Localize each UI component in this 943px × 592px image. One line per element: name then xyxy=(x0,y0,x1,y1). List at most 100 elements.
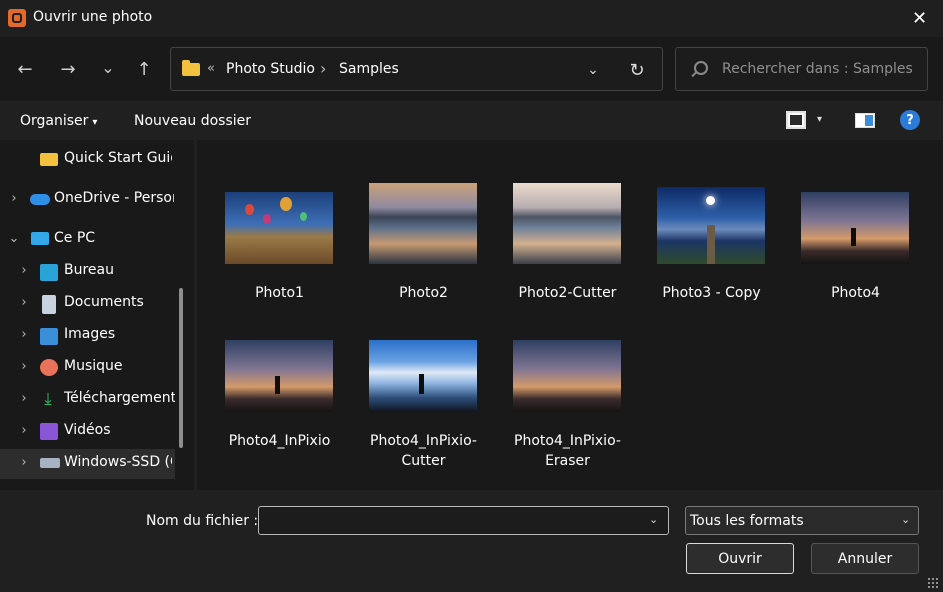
photo-studio-icon xyxy=(8,9,26,27)
address-bar[interactable]: « Photo Studio › Samples ⌄ ↻ xyxy=(170,47,663,91)
filename-combobox[interactable]: ⌄ xyxy=(258,506,669,535)
file-type-select[interactable]: Tous les formats ⌄ xyxy=(685,506,919,535)
folder-icon xyxy=(182,60,200,76)
sidebar-item-images[interactable]: › Images xyxy=(0,321,175,351)
navigation-bar: ← → ⌄ ↑ « Photo Studio › Samples ⌄ ↻ xyxy=(0,37,943,101)
up-button[interactable]: ↑ xyxy=(130,56,158,82)
new-folder-label: Nouveau dossier xyxy=(134,113,252,129)
caret-down-icon: ▾ xyxy=(92,117,98,128)
sidebar-item-label: Bureau xyxy=(64,262,114,278)
sidebar-item-label: Images xyxy=(64,326,116,342)
organize-button[interactable]: Organiser ▾ xyxy=(20,113,97,129)
help-icon[interactable]: ? xyxy=(900,110,920,130)
breadcrumb-overflow[interactable]: « xyxy=(207,61,215,76)
sidebar-item-windows-ssd[interactable]: › Windows-SSD (C:) xyxy=(0,449,175,479)
file-name: Photo2-Cutter xyxy=(518,285,617,301)
sidebar-item-documents[interactable]: › Documents xyxy=(0,289,175,319)
window-title: Ouvrir une photo xyxy=(33,9,153,25)
recent-locations-button[interactable]: ⌄ xyxy=(94,54,122,80)
chevron-down-icon[interactable]: ⌄ xyxy=(7,231,21,246)
file-grid: Photo1 Photo2 Photo2-Cutter Photo3 - Cop… xyxy=(197,140,943,490)
breadcrumb-samples[interactable]: Samples xyxy=(339,61,399,77)
sidebar-item-onedrive[interactable]: › OneDrive - Personal xyxy=(0,185,175,215)
view-mode-icon[interactable] xyxy=(786,111,806,129)
preview-pane-icon[interactable] xyxy=(855,113,875,128)
search-icon xyxy=(694,61,708,75)
close-button[interactable]: ✕ xyxy=(896,0,943,37)
video-icon xyxy=(40,423,58,440)
breadcrumb-photo-studio[interactable]: Photo Studio xyxy=(226,61,315,77)
chevron-right-icon[interactable]: › xyxy=(17,359,31,374)
sidebar-item-label: Ce PC xyxy=(54,230,96,246)
file-name: Photo4_InPixio-Cutter xyxy=(370,433,477,469)
sidebar-item-ce-pc[interactable]: ⌄ Ce PC xyxy=(0,225,175,255)
forward-button[interactable]: → xyxy=(54,56,82,82)
file-name: Photo4_InPixio-Eraser xyxy=(514,433,621,469)
chevron-right-icon[interactable]: › xyxy=(17,391,31,406)
file-name: Photo3 - Copy xyxy=(662,285,761,301)
new-folder-button[interactable]: Nouveau dossier xyxy=(134,113,251,129)
desktop-icon xyxy=(40,264,58,281)
sidebar-item-label: Quick Start Guide xyxy=(64,150,172,166)
sidebar-item-bureau[interactable]: › Bureau xyxy=(0,257,175,287)
dialog-footer: Nom du fichier : ⌄ Tous les formats ⌄ Ou… xyxy=(0,490,943,592)
chevron-right-icon[interactable]: › xyxy=(17,295,31,310)
chevron-right-icon[interactable]: › xyxy=(7,191,21,206)
arrow-right-icon: → xyxy=(60,58,76,80)
search-input[interactable] xyxy=(722,58,917,80)
music-icon xyxy=(40,359,58,376)
chevron-down-icon[interactable]: ⌄ xyxy=(649,513,658,526)
cloud-icon xyxy=(30,194,50,205)
chevron-down-icon: ⌄ xyxy=(901,513,911,526)
arrow-left-icon: ← xyxy=(17,58,33,80)
thumbnail xyxy=(657,187,765,264)
sidebar-item-label: Documents xyxy=(64,294,144,310)
organize-label: Organiser xyxy=(20,113,89,129)
view-options-caret-icon[interactable]: ▾ xyxy=(817,114,822,125)
image-icon xyxy=(40,328,58,345)
file-type-label: Tous les formats xyxy=(690,513,804,529)
search-box[interactable] xyxy=(675,47,928,91)
sidebar-item-telechargements[interactable]: › ⤓ Téléchargements xyxy=(0,385,175,415)
sidebar-item-musique[interactable]: › Musique xyxy=(0,353,175,383)
command-bar: Organiser ▾ Nouveau dossier ▾ ? xyxy=(0,101,943,140)
resize-grip-icon[interactable] xyxy=(927,577,939,589)
thumbnail xyxy=(369,340,477,412)
arrow-up-icon: ↑ xyxy=(136,58,152,80)
sidebar-item-label: OneDrive - Personal xyxy=(54,190,174,206)
refresh-icon: ↻ xyxy=(629,59,645,81)
folder-icon xyxy=(40,153,58,166)
cancel-button[interactable]: Annuler xyxy=(811,543,919,574)
filename-input[interactable] xyxy=(267,511,637,531)
thumbnail xyxy=(513,183,621,264)
file-name: Photo1 xyxy=(255,285,304,301)
open-button[interactable]: Ouvrir xyxy=(686,543,794,574)
back-button[interactable]: ← xyxy=(11,56,39,82)
breadcrumb-separator[interactable]: › xyxy=(320,59,326,78)
sidebar-item-videos[interactable]: › Vidéos xyxy=(0,417,175,447)
thumbnail xyxy=(513,340,621,412)
document-icon xyxy=(42,295,56,314)
filename-label: Nom du fichier : xyxy=(146,513,259,529)
address-dropdown-button[interactable]: ⌄ xyxy=(581,58,605,82)
sidebar-item-label: Téléchargements xyxy=(64,390,175,406)
chevron-right-icon[interactable]: › xyxy=(17,327,31,342)
thumbnail xyxy=(225,340,333,412)
thumbnail xyxy=(225,192,333,264)
file-name: Photo4_InPixio xyxy=(228,433,331,449)
sidebar-item-label: Windows-SSD (C:) xyxy=(64,454,172,470)
computer-icon xyxy=(31,232,49,245)
chevron-right-icon[interactable]: › xyxy=(17,263,31,278)
refresh-button[interactable]: ↻ xyxy=(624,58,650,82)
chevron-right-icon[interactable]: › xyxy=(17,455,31,470)
navigation-pane: Quick Start Guide › OneDrive - Personal … xyxy=(0,140,194,490)
sidebar-item-quick-start-guide[interactable]: Quick Start Guide xyxy=(0,145,175,175)
download-icon: ⤓ xyxy=(44,389,52,409)
thumbnail xyxy=(801,192,909,264)
chevron-right-icon[interactable]: › xyxy=(17,423,31,438)
sidebar-item-label: Vidéos xyxy=(64,422,111,438)
sidebar-scrollbar[interactable] xyxy=(179,288,183,448)
chevron-down-icon: ⌄ xyxy=(587,62,599,78)
file-name: Photo4 xyxy=(831,285,880,301)
chevron-down-icon: ⌄ xyxy=(101,57,115,77)
